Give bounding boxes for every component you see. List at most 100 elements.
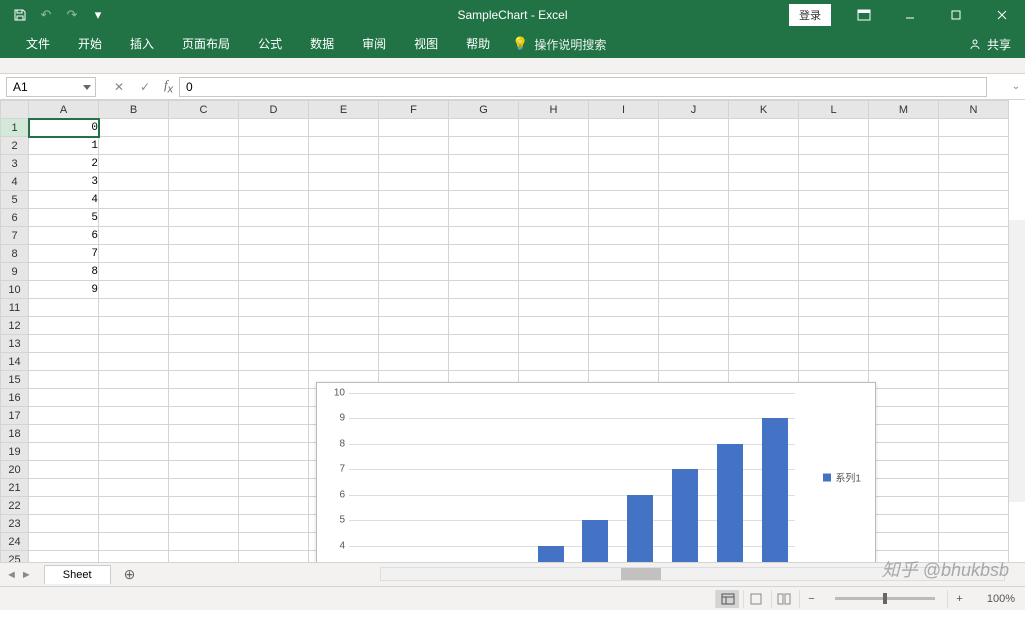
chart-bar[interactable] xyxy=(672,469,698,562)
cell-C11[interactable] xyxy=(169,299,239,317)
cell-B17[interactable] xyxy=(99,407,169,425)
cell-B18[interactable] xyxy=(99,425,169,443)
column-header-H[interactable]: H xyxy=(519,101,589,119)
cell-I14[interactable] xyxy=(589,353,659,371)
cell-C18[interactable] xyxy=(169,425,239,443)
cell-I2[interactable] xyxy=(589,137,659,155)
cell-M7[interactable] xyxy=(869,227,939,245)
cell-F12[interactable] xyxy=(379,317,449,335)
chart-bar[interactable] xyxy=(538,546,564,562)
cell-C12[interactable] xyxy=(169,317,239,335)
share-button[interactable]: 共享 xyxy=(969,36,1011,53)
cell-M14[interactable] xyxy=(869,353,939,371)
cell-D2[interactable] xyxy=(239,137,309,155)
cell-H2[interactable] xyxy=(519,137,589,155)
cell-J14[interactable] xyxy=(659,353,729,371)
undo-icon[interactable]: ↶ xyxy=(34,3,58,27)
row-header-23[interactable]: 23 xyxy=(1,515,29,533)
cell-M5[interactable] xyxy=(869,191,939,209)
cell-F9[interactable] xyxy=(379,263,449,281)
tell-me-search[interactable]: 💡 操作说明搜索 xyxy=(512,36,606,53)
cell-B25[interactable] xyxy=(99,551,169,563)
cell-H5[interactable] xyxy=(519,191,589,209)
cell-A21[interactable] xyxy=(29,479,99,497)
cell-D14[interactable] xyxy=(239,353,309,371)
cell-E1[interactable] xyxy=(309,119,379,137)
cell-M22[interactable] xyxy=(869,497,939,515)
cell-L12[interactable] xyxy=(799,317,869,335)
cell-L7[interactable] xyxy=(799,227,869,245)
cell-K1[interactable] xyxy=(729,119,799,137)
cell-M20[interactable] xyxy=(869,461,939,479)
cell-E11[interactable] xyxy=(309,299,379,317)
row-header-10[interactable]: 10 xyxy=(1,281,29,299)
column-header-B[interactable]: B xyxy=(99,101,169,119)
cell-D21[interactable] xyxy=(239,479,309,497)
cell-N25[interactable] xyxy=(939,551,1009,563)
cell-A3[interactable]: 2 xyxy=(29,155,99,173)
cell-L4[interactable] xyxy=(799,173,869,191)
cell-A9[interactable]: 8 xyxy=(29,263,99,281)
cell-J13[interactable] xyxy=(659,335,729,353)
cell-I12[interactable] xyxy=(589,317,659,335)
cell-E10[interactable] xyxy=(309,281,379,299)
cell-C15[interactable] xyxy=(169,371,239,389)
cell-A17[interactable] xyxy=(29,407,99,425)
cell-E13[interactable] xyxy=(309,335,379,353)
cell-N17[interactable] xyxy=(939,407,1009,425)
cell-H3[interactable] xyxy=(519,155,589,173)
cell-F7[interactable] xyxy=(379,227,449,245)
cell-N2[interactable] xyxy=(939,137,1009,155)
row-header-9[interactable]: 9 xyxy=(1,263,29,281)
cell-M13[interactable] xyxy=(869,335,939,353)
tab-insert[interactable]: 插入 xyxy=(116,30,168,58)
cell-M4[interactable] xyxy=(869,173,939,191)
cell-A1[interactable]: 0 xyxy=(29,119,99,137)
row-header-8[interactable]: 8 xyxy=(1,245,29,263)
row-header-15[interactable]: 15 xyxy=(1,371,29,389)
maximize-icon[interactable] xyxy=(933,0,979,30)
cell-G11[interactable] xyxy=(449,299,519,317)
row-header-5[interactable]: 5 xyxy=(1,191,29,209)
cell-C10[interactable] xyxy=(169,281,239,299)
cell-B14[interactable] xyxy=(99,353,169,371)
cell-M19[interactable] xyxy=(869,443,939,461)
row-header-18[interactable]: 18 xyxy=(1,425,29,443)
cell-L8[interactable] xyxy=(799,245,869,263)
cell-G5[interactable] xyxy=(449,191,519,209)
formula-input[interactable]: 0 xyxy=(179,77,987,97)
cell-B19[interactable] xyxy=(99,443,169,461)
cell-L6[interactable] xyxy=(799,209,869,227)
cell-K5[interactable] xyxy=(729,191,799,209)
cell-J1[interactable] xyxy=(659,119,729,137)
column-header-A[interactable]: A xyxy=(29,101,99,119)
cell-G2[interactable] xyxy=(449,137,519,155)
cell-N20[interactable] xyxy=(939,461,1009,479)
cell-L1[interactable] xyxy=(799,119,869,137)
cell-D11[interactable] xyxy=(239,299,309,317)
view-pagebreak-icon[interactable] xyxy=(771,590,795,608)
cell-A5[interactable]: 4 xyxy=(29,191,99,209)
cell-A14[interactable] xyxy=(29,353,99,371)
cell-B1[interactable] xyxy=(99,119,169,137)
cell-A16[interactable] xyxy=(29,389,99,407)
cell-A20[interactable] xyxy=(29,461,99,479)
cell-F11[interactable] xyxy=(379,299,449,317)
cell-A15[interactable] xyxy=(29,371,99,389)
cell-H6[interactable] xyxy=(519,209,589,227)
row-header-19[interactable]: 19 xyxy=(1,443,29,461)
hscroll-thumb[interactable] xyxy=(621,568,661,580)
cell-J8[interactable] xyxy=(659,245,729,263)
cell-J5[interactable] xyxy=(659,191,729,209)
tab-nav-next-icon[interactable]: ► xyxy=(21,569,32,581)
cell-J4[interactable] xyxy=(659,173,729,191)
cell-J10[interactable] xyxy=(659,281,729,299)
cell-M3[interactable] xyxy=(869,155,939,173)
chart-bar[interactable] xyxy=(762,418,788,562)
cell-C3[interactable] xyxy=(169,155,239,173)
cell-C8[interactable] xyxy=(169,245,239,263)
cell-M1[interactable] xyxy=(869,119,939,137)
cell-M2[interactable] xyxy=(869,137,939,155)
cell-I13[interactable] xyxy=(589,335,659,353)
cell-D1[interactable] xyxy=(239,119,309,137)
